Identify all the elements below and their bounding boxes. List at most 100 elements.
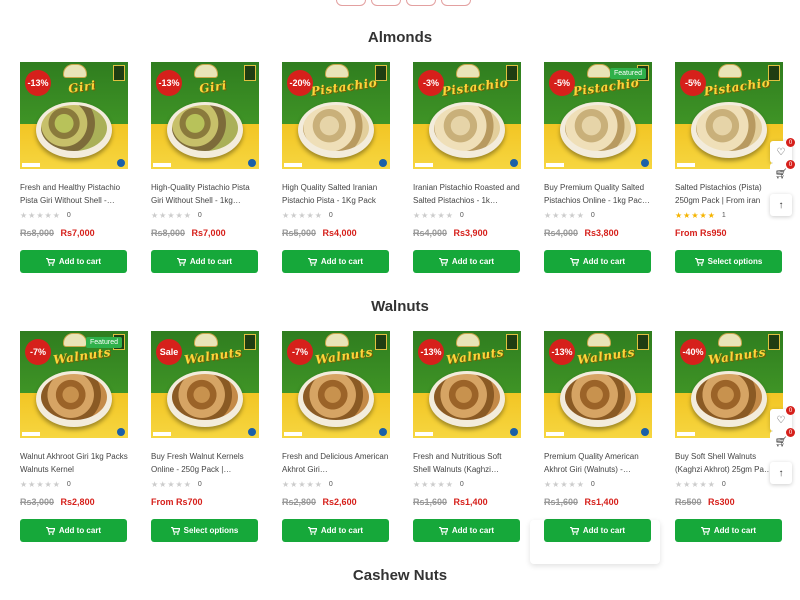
product-card[interactable]: -40% Walnuts Buy Soft Shell Walnuts (Kag… bbox=[675, 331, 783, 542]
product-price: Rs8,000 Rs7,000 bbox=[20, 228, 128, 241]
page-dot[interactable] bbox=[441, 0, 471, 6]
add-to-cart-button[interactable]: Add to cart bbox=[282, 250, 389, 273]
product-image[interactable]: -13% Giri bbox=[20, 62, 128, 169]
page-dot[interactable] bbox=[371, 0, 401, 6]
add-to-cart-button[interactable]: Add to cart bbox=[413, 250, 520, 273]
rating-stars: ★★★★★ 0 bbox=[413, 480, 521, 489]
new-price: Rs7,000 bbox=[191, 228, 226, 238]
product-name[interactable]: Walnut Akhroot Giri 1kg Packs Walnuts Ke… bbox=[20, 450, 128, 476]
product-card[interactable]: -13% Giri High-Quality Pistachio Pista G… bbox=[151, 62, 259, 273]
cart-icon bbox=[45, 526, 56, 535]
product-card[interactable]: -13% Walnuts Premium Quality American Ak… bbox=[544, 331, 652, 542]
product-image[interactable]: -13% Giri bbox=[151, 62, 259, 169]
product-brand-text: Walnuts bbox=[183, 345, 243, 367]
product-card[interactable]: -3% Pistachio Iranian Pistachio Roasted … bbox=[413, 62, 521, 273]
cart-button[interactable]: 🛒︎ 0 bbox=[770, 160, 795, 185]
certified-icon bbox=[248, 159, 256, 167]
product-name[interactable]: Fresh and Healthy Pistachio Pista Giri W… bbox=[20, 181, 128, 207]
product-card[interactable]: -13% Giri Fresh and Healthy Pistachio Pi… bbox=[20, 62, 128, 273]
product-image[interactable]: -13% Walnuts bbox=[544, 331, 652, 438]
new-price: Rs3,900 bbox=[453, 228, 488, 238]
old-price: Rs4,000 bbox=[413, 228, 448, 238]
product-card[interactable]: -13% Walnuts Fresh and Nutritious Soft S… bbox=[413, 331, 521, 542]
new-price: Rs300 bbox=[708, 497, 735, 507]
add-to-cart-button[interactable]: Add to cart bbox=[20, 250, 127, 273]
product-card[interactable]: -5% Featured Pistachio Buy Premium Quali… bbox=[544, 62, 652, 273]
add-to-cart-button[interactable]: Add to cart bbox=[20, 519, 127, 542]
brand-logo-icon bbox=[587, 64, 611, 78]
button-label: Add to cart bbox=[320, 526, 364, 535]
rating-count: 0 bbox=[197, 481, 202, 488]
product-name[interactable]: Iranian Pistachio Roasted and Salted Pis… bbox=[413, 181, 521, 207]
product-card[interactable]: -20% Pistachio High Quality Salted Irani… bbox=[282, 62, 390, 273]
product-price: Rs1,600 Rs1,400 bbox=[413, 497, 521, 510]
add-to-cart-button[interactable]: Add to cart bbox=[151, 250, 258, 273]
add-to-cart-button[interactable]: Add to cart bbox=[413, 519, 520, 542]
arrow-up-icon: ↑ bbox=[778, 467, 784, 479]
floating-actions-bottom: ♡ 0 🛒︎ 0 ↑ bbox=[770, 406, 795, 484]
rating-stars: ★★★★★ 0 bbox=[282, 480, 390, 489]
product-name[interactable]: High-Quality Pistachio Pista Giri Withou… bbox=[151, 181, 259, 207]
cart-button[interactable]: 🛒︎ 0 bbox=[770, 428, 795, 453]
pack-tag-icon bbox=[415, 432, 433, 436]
section-title-walnuts: Walnuts bbox=[371, 298, 429, 315]
pack-tag-icon bbox=[546, 163, 564, 167]
certified-icon bbox=[379, 159, 387, 167]
cart-icon bbox=[694, 257, 705, 266]
cart-icon bbox=[307, 257, 318, 266]
product-image[interactable]: -3% Pistachio bbox=[413, 62, 521, 169]
product-image[interactable]: -7% Featured Walnuts bbox=[20, 331, 128, 438]
add-to-cart-button[interactable]: Add to cart bbox=[675, 519, 782, 542]
add-to-cart-button[interactable]: Select options bbox=[151, 519, 258, 542]
add-to-cart-button[interactable]: Add to cart bbox=[282, 519, 389, 542]
product-brand-text: Pistachio bbox=[440, 75, 510, 99]
featured-badge: Featured bbox=[609, 68, 646, 79]
product-price: From Rs700 bbox=[151, 497, 259, 510]
back-to-top-button[interactable]: ↑ bbox=[770, 194, 792, 216]
product-name[interactable]: Buy Soft Shell Walnuts (Kaghzi Akhrot) 2… bbox=[675, 450, 783, 476]
product-name[interactable]: High Quality Salted Iranian Pistachio Pi… bbox=[282, 181, 390, 207]
pack-tag-icon bbox=[546, 432, 564, 436]
new-price: Rs1,400 bbox=[584, 497, 619, 507]
product-card[interactable]: -7% Walnuts Fresh and Delicious American… bbox=[282, 331, 390, 542]
old-price: Rs2,800 bbox=[282, 497, 317, 507]
page-dot[interactable] bbox=[336, 0, 366, 6]
product-image[interactable]: -7% Walnuts bbox=[282, 331, 390, 438]
back-to-top-button[interactable]: ↑ bbox=[770, 462, 792, 484]
brand-logo-icon bbox=[194, 333, 218, 347]
product-name[interactable]: Buy Premium Quality Salted Pistachios On… bbox=[544, 181, 652, 207]
product-name[interactable]: Fresh and Nutritious Soft Shell Walnuts … bbox=[413, 450, 521, 476]
new-price: Rs3,800 bbox=[584, 228, 619, 238]
product-image[interactable]: -40% Walnuts bbox=[675, 331, 783, 438]
product-name[interactable]: Salted Pistachios (Pista) 250gm Pack | F… bbox=[675, 181, 783, 207]
product-name[interactable]: Fresh and Delicious American Akhrot Giri… bbox=[282, 450, 390, 476]
add-to-cart-button[interactable]: Select options bbox=[675, 250, 782, 273]
product-name[interactable]: Buy Fresh Walnut Kernels Online - 250g P… bbox=[151, 450, 259, 476]
certified-icon bbox=[117, 428, 125, 436]
product-name[interactable]: Premium Quality American Akhrot Giri (Wa… bbox=[544, 450, 652, 476]
rating-stars: ★★★★★ 0 bbox=[151, 211, 259, 220]
star-icons: ★★★★★ bbox=[282, 480, 323, 489]
arrow-up-icon: ↑ bbox=[778, 199, 784, 211]
product-image[interactable]: Sale Walnuts bbox=[151, 331, 259, 438]
product-card[interactable]: -7% Featured Walnuts Walnut Akhroot Giri… bbox=[20, 331, 128, 542]
page-dot[interactable] bbox=[406, 0, 436, 6]
product-card[interactable]: -5% Pistachio Salted Pistachios (Pista) … bbox=[675, 62, 783, 273]
brand-logo-icon bbox=[63, 333, 87, 347]
product-image[interactable]: -5% Featured Pistachio bbox=[544, 62, 652, 169]
product-price: Rs5,000 Rs4,000 bbox=[282, 228, 390, 241]
from-price: From Rs950 bbox=[675, 228, 727, 238]
product-image[interactable]: -20% Pistachio bbox=[282, 62, 390, 169]
product-card[interactable]: Sale Walnuts Buy Fresh Walnut Kernels On… bbox=[151, 331, 259, 542]
pack-tag-icon bbox=[677, 432, 695, 436]
cart-count: 0 bbox=[786, 160, 795, 169]
rating-count: 0 bbox=[197, 212, 202, 219]
pack-tag-icon bbox=[415, 163, 433, 167]
nuts-icon bbox=[172, 105, 238, 151]
nuts-icon bbox=[565, 105, 631, 151]
product-image[interactable]: -13% Walnuts bbox=[413, 331, 521, 438]
product-brand-text: Giri bbox=[67, 78, 97, 96]
add-to-cart-button[interactable]: Add to cart bbox=[544, 250, 651, 273]
product-image[interactable]: -5% Pistachio bbox=[675, 62, 783, 169]
brand-logo-icon bbox=[587, 333, 611, 347]
